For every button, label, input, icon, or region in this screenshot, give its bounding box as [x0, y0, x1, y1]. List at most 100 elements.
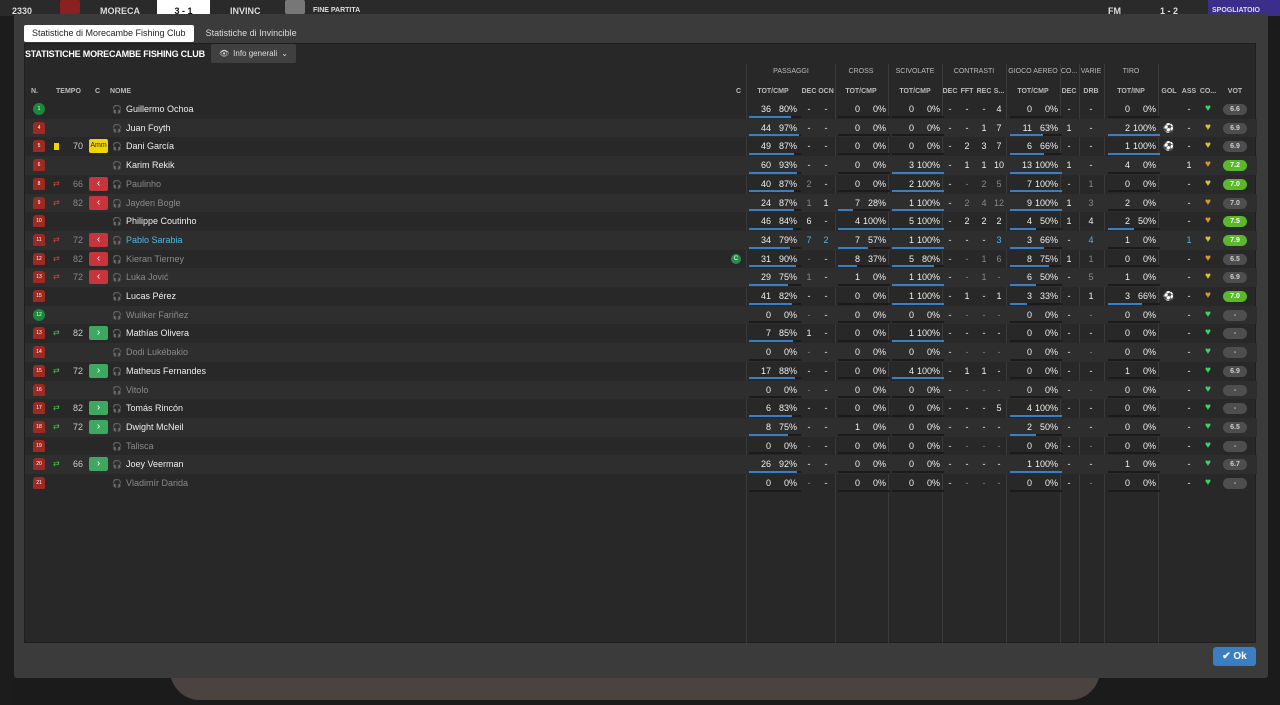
table-row[interactable]: 17 ⇄ 82 › 🎧 Tomás Rincón 6 83% - -0 0% 0 0% - - -5 4 100%… [25, 399, 1257, 418]
table-row[interactable]: 15 ⇄ 72 › 🎧 Matheus Fernandes 17 88% - -0 0% 4 100% -… [25, 362, 1257, 381]
aerial-stat: 0 0% [1010, 343, 1062, 362]
aerial-stat-bar [1010, 433, 1062, 436]
table-row[interactable]: 20 ⇄ 66 › 🎧 Joey Veerman 26 92% - -0 0% 0 0% - - - -1 100… [25, 455, 1257, 474]
table-row[interactable]: 11 ⇄ 72 ‹ 🎧 Pablo Sarabia 34 79% 7 2 7 57% 1 100% - - -3… [25, 230, 1257, 250]
table-row[interactable]: 4 🎧 Juan Foyth 44 97% - -0 0% 0 0% - -1 7 11 63% 1-2 100… [25, 118, 1257, 138]
player-name[interactable]: 🎧 Luka Jović [112, 268, 169, 287]
co-dec: 1 [1066, 216, 1072, 227]
player-name[interactable]: 🎧 Vladimír Darida [112, 474, 188, 493]
aerial-stat: 1 100% [1010, 455, 1062, 474]
player-name[interactable]: 🎧 Jayden Bogle [112, 194, 181, 213]
table-row[interactable]: 12 ⇄ 82 ‹ 🎧 Kieran Tierney C 31 90% - -8 37% 5 80% - -1… [25, 250, 1257, 269]
header-ass[interactable]: ASS [1182, 88, 1196, 95]
kit-number: 13 [33, 271, 45, 284]
player-name[interactable]: 🎧 Dodi Lukébakio [112, 343, 188, 362]
header-nome[interactable]: NOME [110, 88, 131, 95]
header-tempo[interactable]: TEMPO [56, 88, 81, 95]
player-name-text: Jayden Bogle [125, 197, 181, 208]
player-name[interactable]: 🎧 Tomás Rincón [112, 399, 183, 418]
contrasti-s: - [997, 459, 1001, 470]
pass-ocn: 2 [823, 234, 829, 245]
aerial-stat-bar [1010, 414, 1062, 417]
player-name[interactable]: 🎧 Kieran Tierney [112, 250, 184, 269]
tab-home-stats[interactable]: Statistiche di Morecambe Fishing Club [24, 25, 194, 42]
header-vot[interactable]: VOT [1228, 88, 1242, 95]
header-aer-totcmp[interactable]: TOT/CMP [1017, 88, 1048, 95]
table-row[interactable]: 6 🎧 Karim Rekik 60 93% - -0 0% 3 100% -1 1 10 13 100% 1… [25, 156, 1257, 175]
header-pas-ocn[interactable]: OCN [818, 88, 834, 95]
header-con-rec[interactable]: REC [977, 88, 992, 95]
aerial-stat: 8 75% [1010, 250, 1062, 269]
view-dropdown[interactable]: 👁 Info generali ⌄ [211, 44, 296, 63]
condition-heart-icon: ♥ [1205, 346, 1211, 358]
table-row[interactable]: 10 🎧 Philippe Coutinho 46 84% 6-4 100% 5 100% -2 2… [25, 212, 1257, 231]
table-row[interactable]: 16 🎧 Vitolo 0 0% - -0 0% 0 0% - - - -0 0% - -0 0% - ♥ - [25, 380, 1257, 400]
player-name[interactable]: 🎧 Talisca [112, 437, 153, 456]
cross-stat-bar-fill [838, 209, 853, 212]
co-dec: 1 [1066, 122, 1072, 133]
table-row[interactable]: 21 🎧 Vladimír Darida 0 0% - -0 0% 0 0% - - - -0 0% - -0 0… [25, 474, 1257, 493]
subbed-on-icon: › [89, 326, 108, 341]
table-row[interactable]: 5 70 Amm 🎧 Dani García 49 87% - -0 0% 0 0% -2 3 7 6 66% -… [25, 137, 1257, 156]
contrasti-rec: - [982, 440, 986, 451]
header-gol[interactable]: GOL [1161, 88, 1176, 95]
player-name[interactable]: 🎧 Dani García [112, 137, 174, 156]
header-tiro-totinp[interactable]: TOT/INP [1117, 88, 1144, 95]
table-row[interactable]: 18 ⇄ 72 › 🎧 Dwight McNeil 8 75% - -1 0% 0 0% - - - -2 50%… [25, 417, 1257, 437]
header-con-fft[interactable]: FFT [961, 88, 974, 95]
tackle-stat: 0 0% [892, 343, 944, 362]
pass-ocn: - [824, 178, 828, 189]
header-pas-dec[interactable]: DEC [802, 88, 817, 95]
contrasti-rec: - [982, 459, 986, 470]
table-row[interactable]: 13 ⇄ 82 › 🎧 Mathías Olivera 7 85% 1-0 0% 1 100% - - - -… [25, 324, 1257, 343]
player-name[interactable]: 🎧 Dwight McNeil [112, 418, 183, 437]
player-name[interactable]: 🎧 Paulinho [112, 175, 161, 194]
player-name[interactable]: 🎧 Pablo Sarabia [112, 231, 183, 250]
player-name[interactable]: 🎧 Joey Veerman [112, 455, 184, 474]
table-row[interactable]: 15 🎧 Lucas Pérez 41 82% - -0 0% 1 100% -1-1 3 33% -1 3… [25, 287, 1257, 306]
header-cross-totcmp[interactable]: TOT/CMP [845, 88, 876, 95]
table-row[interactable]: 9 ⇄ 82 ‹ 🎧 Jayden Bogle 24 87% 1 1 7 28% 1 100% -2 4 12 9… [25, 193, 1257, 213]
pass-ocn: - [824, 440, 828, 451]
group-varie: VARIE [1080, 68, 1102, 75]
player-name[interactable]: 🎧 Mathías Olivera [112, 324, 189, 343]
player-name[interactable]: 🎧 Guillermo Ochoa [112, 100, 194, 119]
aerial-stat-bar [1010, 358, 1062, 361]
header-pas-totcmp[interactable]: TOT/CMP [757, 88, 788, 95]
header-captain[interactable]: C [736, 88, 741, 95]
table-row[interactable]: 13 ⇄ 72 ‹ 🎧 Luka Jović 29 75% 1-1 0% 1 100% - -1-6 50%… [25, 268, 1257, 287]
pass-stat-bar-fill [749, 153, 795, 156]
pass-stat: 0 0% [749, 343, 801, 362]
header-sciv-totcmp[interactable]: TOT/CMP [899, 88, 930, 95]
table-row[interactable]: 1 🎧 Guillermo Ochoa 36 80% - -0 0% 0 0% - - -4 0 0% - -0… [25, 100, 1257, 119]
table-row[interactable]: 19 🎧 Talisca 0 0% - -0 0% 0 0% - - - -0 0% - -0 0% - ♥ - [25, 437, 1257, 456]
header-con-s[interactable]: S... [994, 88, 1005, 95]
tackle-stat-bar-fill [892, 190, 944, 193]
table-row[interactable]: 12 🎧 Wuilker Fariñez 0 0% - -0 0% 0 0% - - - -0 0% - -0 0… [25, 305, 1257, 325]
player-name[interactable]: 🎧 Karim Rekik [112, 156, 174, 175]
header-c[interactable]: C [95, 88, 100, 95]
cross-stat-bar [838, 246, 890, 249]
table-row[interactable]: 8 ⇄ 66 ‹ 🎧 Paulinho 40 87% 2-0 0% 2 100% - -2 5 7 100% -1… [25, 175, 1257, 194]
header-co-dec[interactable]: DEC [1062, 88, 1077, 95]
player-name[interactable]: 🎧 Philippe Coutinho [112, 212, 197, 231]
contrasti-fft: - [965, 178, 969, 189]
dribbles: - [1089, 459, 1093, 470]
dribbles: - [1089, 421, 1093, 432]
header-number[interactable]: N. [31, 88, 38, 95]
ok-button[interactable]: ✔ Ok [1213, 647, 1256, 666]
header-con-dec[interactable]: DEC [943, 88, 958, 95]
player-name[interactable]: 🎧 Lucas Pérez [112, 287, 176, 306]
header-var-drb[interactable]: DRB [1083, 88, 1098, 95]
player-name-text: Pablo Sarabia [125, 234, 183, 245]
header-co[interactable]: CO... [1200, 88, 1216, 95]
player-name[interactable]: 🎧 Wuilker Fariñez [112, 306, 188, 325]
co-dec: - [1067, 141, 1071, 152]
player-name[interactable]: 🎧 Vitolo [112, 381, 148, 400]
player-name[interactable]: 🎧 Juan Foyth [112, 119, 171, 138]
tackle-stat: 0 0% [892, 137, 944, 156]
co-dec: - [1067, 440, 1071, 451]
table-row[interactable]: 14 🎧 Dodi Lukébakio 0 0% - -0 0% 0 0% - - - -0 0% - -0 0%… [25, 343, 1257, 362]
player-name[interactable]: 🎧 Matheus Fernandes [112, 362, 206, 381]
tab-away-stats[interactable]: Statistiche di Invincible [198, 25, 305, 42]
